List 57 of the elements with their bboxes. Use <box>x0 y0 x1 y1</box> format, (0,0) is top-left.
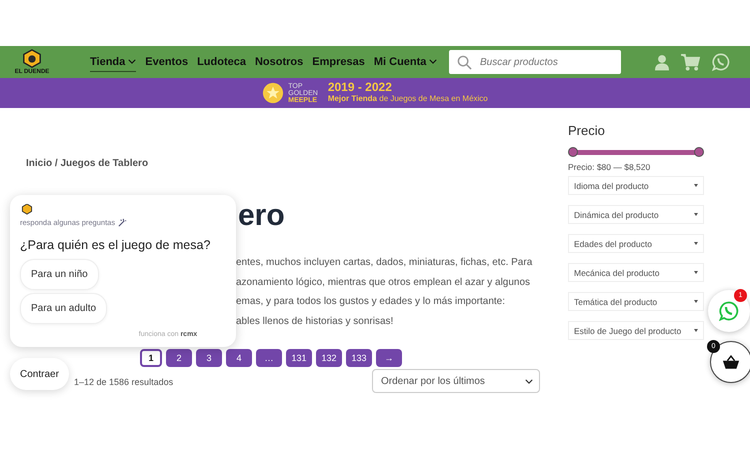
page-link[interactable]: … <box>256 349 282 367</box>
collapse-button[interactable]: Contraer <box>10 358 69 390</box>
chevron-down-icon <box>525 378 533 384</box>
nav-link[interactable]: Eventos <box>145 52 188 72</box>
quiz-question: ¿Para quién es el juego de mesa? <box>20 238 210 252</box>
answer-option[interactable]: Para un adulto <box>20 293 108 324</box>
cart-button[interactable] <box>710 341 750 383</box>
answer-option[interactable]: Para un niño <box>20 259 99 290</box>
whatsapp-icon <box>719 301 739 321</box>
dropdown-arrow-icon <box>694 300 698 303</box>
sparkle-icon <box>118 218 128 227</box>
award-years: 2019 - 2022 <box>328 82 393 93</box>
page-link[interactable]: 131 <box>286 349 312 367</box>
user-icon[interactable] <box>655 54 669 70</box>
dropdown-arrow-icon <box>694 242 698 245</box>
results-count: 1–12 de 1586 resultados <box>74 377 174 387</box>
sort-select[interactable]: Ordenar por los últimos <box>372 369 540 393</box>
filter-dropdown[interactable]: Dinámica del producto <box>568 205 704 224</box>
page-link[interactable]: 1 <box>140 349 162 367</box>
nav-link[interactable]: Ludoteca <box>197 52 246 72</box>
basket-icon <box>722 354 740 370</box>
price-heading: Precio <box>568 123 606 138</box>
description-line: entes, muchos incluyen cartas, dados, miniaturas, fichas, etc. Para <box>236 256 534 270</box>
page-link[interactable]: 2 <box>166 349 192 367</box>
filter-dropdown[interactable]: Edades del producto <box>568 234 704 253</box>
whatsapp-icon[interactable] <box>712 53 730 71</box>
nav-link[interactable]: Empresas <box>312 52 365 72</box>
filter-dropdown[interactable]: Idioma del producto <box>568 176 704 195</box>
page-link[interactable]: 133 <box>346 349 372 367</box>
description-line: ables llenos de historias y sonrisas! <box>236 314 394 328</box>
slider-handle[interactable] <box>694 147 704 157</box>
price-range: Precio: $80 — $8,520 <box>568 162 652 172</box>
award-tagline: Mejor Tienda de Juegos de Mesa en México <box>328 93 488 104</box>
description-line: emas, y para todos los gustos y edades y lo más importante: <box>236 295 506 309</box>
cart-icon[interactable] <box>681 54 700 70</box>
page-title: ero <box>238 199 286 233</box>
filter-dropdown[interactable]: Mecánica del producto <box>568 263 704 282</box>
dropdown-arrow-icon <box>694 213 698 216</box>
nav-link[interactable]: Tienda <box>90 52 136 72</box>
filter-dropdown[interactable]: Estilo de Juego del producto <box>568 321 704 340</box>
page-link[interactable]: 4 <box>226 349 252 367</box>
nav-link[interactable]: Mi Cuenta <box>374 52 438 72</box>
slider-handle[interactable] <box>568 147 578 157</box>
search-field[interactable]: Buscar productos <box>449 50 621 74</box>
page-link[interactable]: → <box>376 349 402 367</box>
page-link[interactable]: 132 <box>316 349 342 367</box>
breadcrumb: Inicio / Juegos de Tablero <box>26 158 150 169</box>
page-link[interactable]: 3 <box>196 349 222 367</box>
dropdown-arrow-icon <box>694 271 698 274</box>
dropdown-arrow-icon <box>694 184 698 187</box>
whatsapp-button[interactable] <box>708 290 750 332</box>
description-line: azonamiento lógico, mientras que otros emplean el azar y algunos <box>236 276 532 290</box>
medal-icon <box>262 82 284 104</box>
dropdown-arrow-icon <box>694 329 698 332</box>
nav-link[interactable]: Nosotros <box>254 52 304 72</box>
filter-dropdown[interactable]: Temática del producto <box>568 292 704 311</box>
search-icon <box>457 55 472 70</box>
